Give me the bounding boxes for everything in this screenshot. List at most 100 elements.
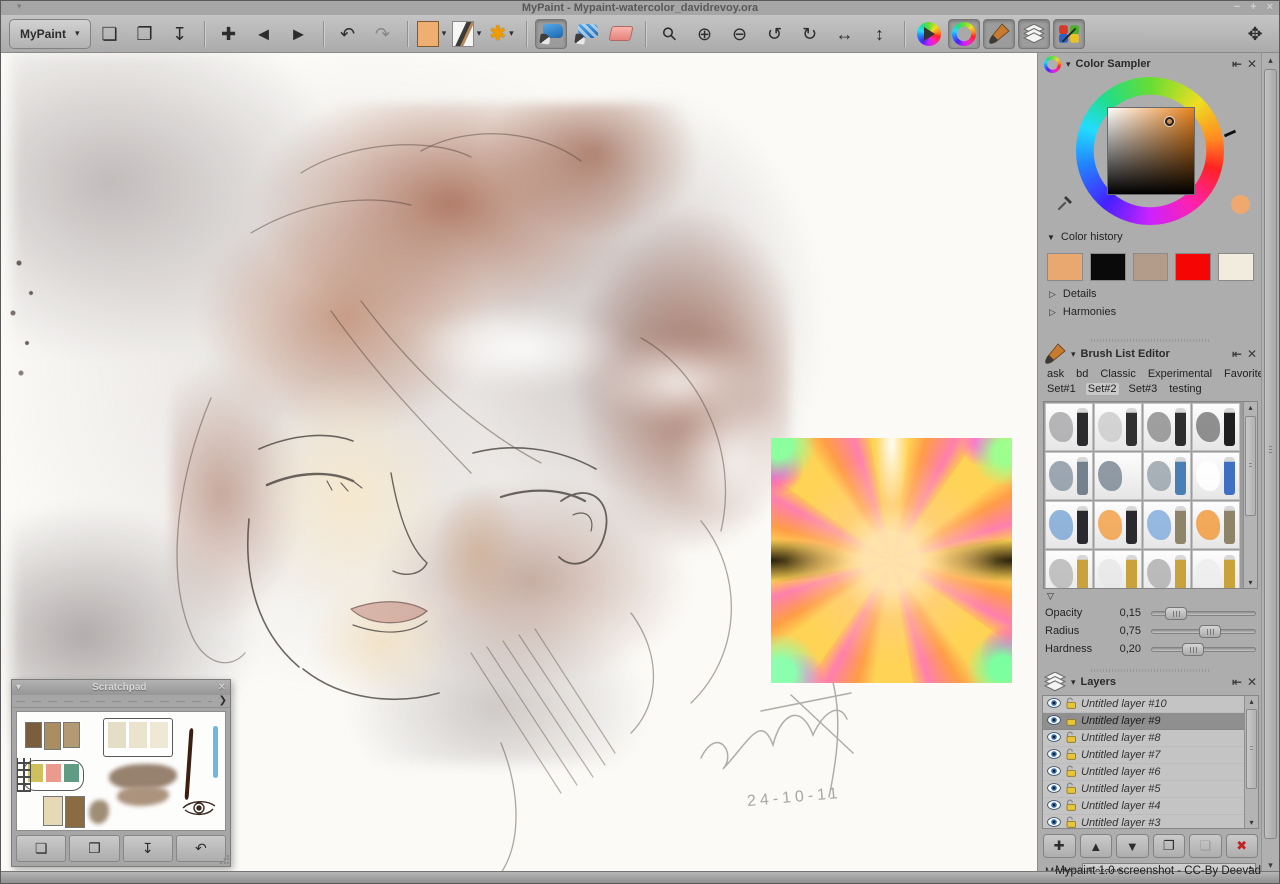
color-swatch-button[interactable]: ▾ <box>416 19 448 49</box>
layer-lock-icon[interactable] <box>1065 714 1077 729</box>
brush-group-tab-set#2[interactable]: Set#2 <box>1086 383 1119 395</box>
scratchpad-save-button[interactable]: ↧ <box>123 835 173 862</box>
new-painting-button[interactable]: ❏ <box>94 19 126 49</box>
lower-layer-button[interactable]: ▼ <box>1116 834 1149 858</box>
triangle-right-icon[interactable]: ▷ <box>1049 307 1056 318</box>
raise-layer-button[interactable]: ▲ <box>1080 834 1113 858</box>
color-sampler-toggle[interactable] <box>948 19 980 49</box>
scroll-up-icon[interactable]: ▴ <box>1245 697 1258 706</box>
scratchpad-close-icon[interactable]: ✕ <box>218 682 226 693</box>
brush-item[interactable] <box>1094 452 1142 500</box>
scratchpad-expander-strip[interactable]: ❯ <box>12 695 230 708</box>
brush-item[interactable] <box>1192 550 1240 589</box>
brush-item[interactable] <box>1045 501 1093 549</box>
harmonies-expander[interactable]: ▷ Harmonies <box>1039 303 1262 321</box>
freehand-tool-button[interactable] <box>535 19 567 49</box>
brush-item[interactable] <box>1192 403 1240 451</box>
dock-icon[interactable]: ⇤ <box>1232 57 1242 71</box>
chevron-down-icon[interactable]: ▾ <box>1066 59 1071 70</box>
slider-track[interactable] <box>1151 611 1256 616</box>
brush-item[interactable] <box>1143 501 1191 549</box>
brush-group-tab-experimental[interactable]: Experimental <box>1146 368 1214 380</box>
brush-blend-tool-button[interactable] <box>570 19 602 49</box>
layer-visible-eye-icon[interactable] <box>1047 732 1061 745</box>
history-swatch[interactable] <box>1218 253 1254 281</box>
sidebar-scrollbar[interactable]: ▴ ▾ <box>1261 53 1279 873</box>
brush-editor-header[interactable]: ▾ Brush List Editor ⇤ ✕ <box>1039 343 1262 365</box>
next-scrap-button[interactable]: ► <box>283 19 315 49</box>
layer-visible-eye-icon[interactable] <box>1047 800 1061 813</box>
layer-visible-eye-icon[interactable] <box>1047 715 1061 728</box>
brush-preview-button[interactable]: ▾ <box>451 19 483 49</box>
brush-group-tab-classic[interactable]: Classic <box>1098 368 1137 380</box>
slider-track[interactable] <box>1151 647 1256 652</box>
chevron-down-icon[interactable]: ▾ <box>1071 677 1076 688</box>
layer-lock-icon[interactable] <box>1065 816 1077 830</box>
brush-item[interactable] <box>1045 403 1093 451</box>
brush-panel-expander[interactable]: ▽ <box>1039 589 1262 604</box>
scratchpad-expander-icon[interactable]: ❯ <box>219 695 227 706</box>
title-bar[interactable]: ▾ MyPaint - Mypaint-watercolor_davidrevo… <box>1 1 1279 15</box>
brush-editor-toggle[interactable] <box>983 19 1015 49</box>
layer-row[interactable]: Untitled layer #5 <box>1043 781 1244 798</box>
scratchpad-canvas[interactable] <box>16 711 226 831</box>
layer-row[interactable]: Untitled layer #3 <box>1043 815 1244 829</box>
close-button[interactable]: × <box>1267 1 1273 13</box>
brush-group-tab-set#1[interactable]: Set#1 <box>1045 383 1078 395</box>
layer-row[interactable]: Untitled layer #8 <box>1043 730 1244 747</box>
brush-item[interactable] <box>1143 452 1191 500</box>
brush-item[interactable] <box>1094 403 1142 451</box>
scratchpad-new-button[interactable]: ❏ <box>16 835 66 862</box>
layer-lock-icon[interactable] <box>1065 697 1077 712</box>
chevron-down-icon[interactable]: ▾ <box>1071 349 1076 360</box>
brush-item[interactable] <box>1192 452 1240 500</box>
brush-item[interactable] <box>1143 550 1191 589</box>
details-expander[interactable]: ▷ Details <box>1039 285 1262 303</box>
brush-item[interactable] <box>1094 501 1142 549</box>
triangle-down-icon[interactable]: ▼ <box>1047 233 1055 242</box>
flip-horizontal-button[interactable]: ↔ <box>829 19 861 49</box>
layer-row[interactable]: Untitled layer #4 <box>1043 798 1244 815</box>
layer-lock-icon[interactable] <box>1065 748 1077 763</box>
dock-icon[interactable]: ⇤ <box>1232 347 1242 361</box>
layer-visible-eye-icon[interactable] <box>1047 766 1061 779</box>
slider-track[interactable] <box>1151 629 1256 634</box>
scrollbar-thumb[interactable] <box>1264 69 1277 839</box>
scroll-up-icon[interactable]: ▴ <box>1244 403 1257 412</box>
mypaint-menu-button[interactable]: MyPaint▾ <box>9 19 91 49</box>
dropdown-arrow-icon[interactable]: ▾ <box>509 28 514 39</box>
layer-row[interactable]: Untitled layer #10 <box>1043 696 1244 713</box>
dock-icon[interactable]: ⇤ <box>1232 675 1242 689</box>
layers-panel-toggle[interactable] <box>1018 19 1050 49</box>
duplicate-layer-button[interactable]: ❐ <box>1153 834 1186 858</box>
zoom-out-button[interactable]: ⊖ <box>724 19 756 49</box>
close-icon[interactable]: ✕ <box>1247 57 1257 71</box>
eraser-tool-button[interactable] <box>605 19 637 49</box>
dropdown-arrow-icon[interactable]: ▾ <box>442 28 447 39</box>
close-icon[interactable]: ✕ <box>1247 347 1257 361</box>
scratchpad-titlebar[interactable]: ▾ Scratchpad ✕ <box>12 680 230 695</box>
zoom-tool-button[interactable]: ⚲ <box>654 19 686 49</box>
new-scrap-button[interactable]: ✚ <box>213 19 245 49</box>
scrollbar-thumb[interactable] <box>1245 416 1256 516</box>
dropdown-arrow-icon[interactable]: ▾ <box>477 28 482 39</box>
layer-row[interactable]: Untitled layer #6 <box>1043 764 1244 781</box>
brush-item[interactable] <box>1045 452 1093 500</box>
layer-lock-icon[interactable] <box>1065 765 1077 780</box>
scroll-down-icon[interactable]: ▾ <box>1244 578 1257 587</box>
brush-group-tab-set#3[interactable]: Set#3 <box>1127 383 1160 395</box>
brush-grid-scrollbar[interactable]: ▴ ▾ <box>1243 402 1257 588</box>
rotate-ccw-button[interactable]: ↺ <box>759 19 791 49</box>
sv-marker[interactable] <box>1165 117 1174 126</box>
delete-layer-button[interactable]: ✖ <box>1226 834 1259 858</box>
layer-visible-eye-icon[interactable] <box>1047 749 1061 762</box>
close-icon[interactable]: ✕ <box>1247 675 1257 689</box>
triangle-right-icon[interactable]: ▷ <box>1049 289 1056 300</box>
layer-visible-eye-icon[interactable] <box>1047 698 1061 711</box>
layer-row[interactable]: Untitled layer #7 <box>1043 747 1244 764</box>
redo-button[interactable]: ↷ <box>367 19 399 49</box>
copy-painting-button[interactable]: ❐ <box>129 19 161 49</box>
layer-row[interactable]: Untitled layer #9 <box>1043 713 1244 730</box>
brush-group-tab-bd[interactable]: bd <box>1074 368 1090 380</box>
undo-button[interactable]: ↶ <box>332 19 364 49</box>
